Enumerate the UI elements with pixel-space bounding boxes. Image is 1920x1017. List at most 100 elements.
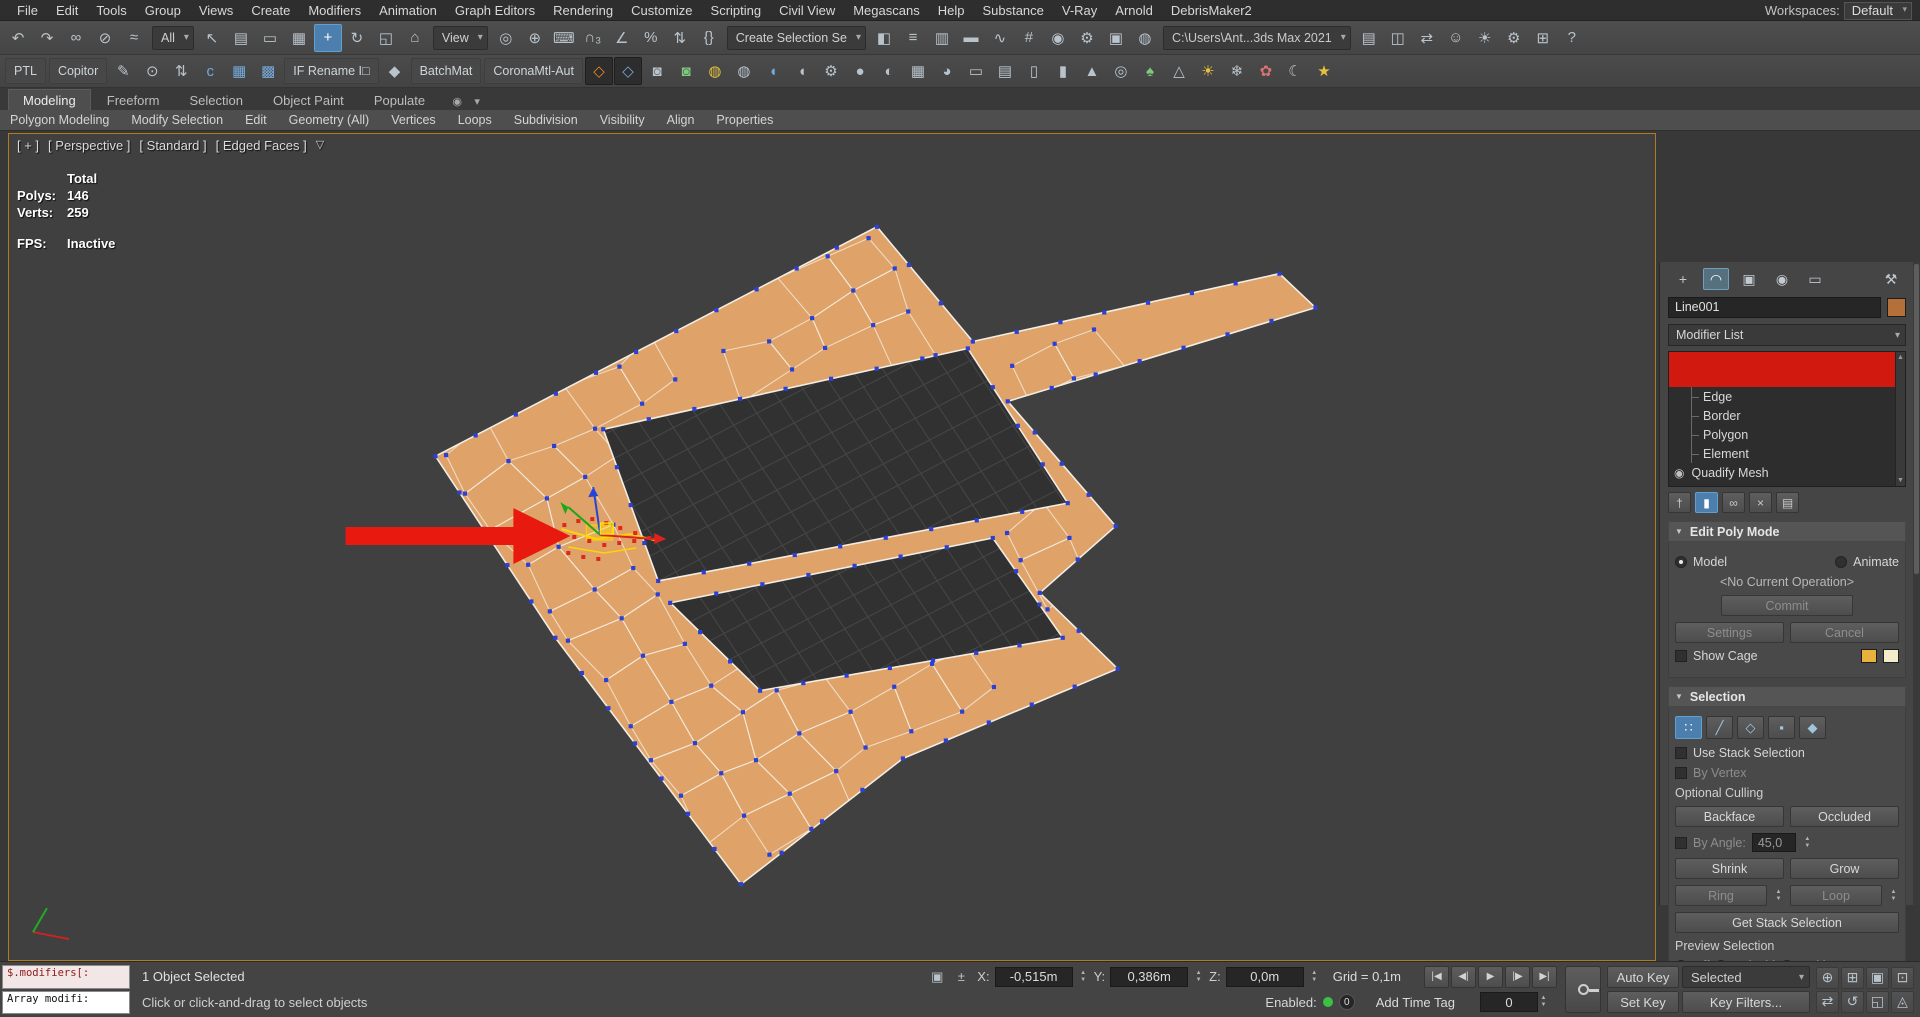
select-and-move-icon[interactable]: +: [314, 24, 342, 52]
pan-icon[interactable]: ⇄: [1816, 991, 1839, 1013]
monitor-view-icon[interactable]: ▭: [962, 57, 990, 85]
ribbon-button-edit[interactable]: Edit: [245, 113, 267, 127]
ptl-button[interactable]: PTL: [5, 58, 46, 84]
utilities-tab-icon[interactable]: ⚒: [1878, 268, 1904, 290]
commit-button[interactable]: Commit: [1721, 595, 1853, 616]
time-spinner[interactable]: [1538, 994, 1549, 1011]
zoom-all-icon[interactable]: ⊞: [1841, 967, 1864, 989]
display-tab-icon[interactable]: ▭: [1802, 268, 1828, 290]
grid-tool-icon[interactable]: ▦: [225, 57, 253, 85]
menu-views[interactable]: Views: [190, 2, 242, 19]
ribbon-tab-populate[interactable]: Populate: [360, 90, 439, 110]
workspace-dropdown[interactable]: Default: [1844, 2, 1912, 20]
menu-group[interactable]: Group: [136, 2, 190, 19]
remove-modifier-icon[interactable]: ×: [1749, 492, 1772, 513]
set-keys-button[interactable]: [1565, 966, 1601, 1013]
torus-prim-icon[interactable]: ◎: [1107, 57, 1135, 85]
redo-icon[interactable]: ↷: [33, 24, 61, 52]
selection-filter-dropdown[interactable]: All: [152, 26, 194, 50]
ribbon-tab-selection[interactable]: Selection: [176, 90, 257, 110]
select-and-manipulate-icon[interactable]: ⊕: [521, 24, 549, 52]
if-rename-button[interactable]: IF Rename I□: [284, 58, 378, 84]
menu-arnold[interactable]: Arnold: [1106, 2, 1162, 19]
edge-mode-icon[interactable]: ╱: [1706, 716, 1733, 739]
light-bulb2-icon[interactable]: ◍: [730, 57, 758, 85]
ribbon-button-align[interactable]: Align: [667, 113, 695, 127]
fov-icon[interactable]: ◬: [1891, 991, 1914, 1013]
snaps-toggle-icon[interactable]: ∩₃: [579, 24, 607, 52]
render-gear-icon[interactable]: ⚙: [817, 57, 845, 85]
grid-tool2-icon[interactable]: ▩: [254, 57, 282, 85]
unlink-selection-icon[interactable]: ⊘: [91, 24, 119, 52]
undo-icon[interactable]: ↶: [4, 24, 32, 52]
camera-add-icon[interactable]: ◙: [672, 57, 700, 85]
spinner-snap-icon[interactable]: ⇅: [666, 24, 694, 52]
scene-explorer-icon[interactable]: ▤: [1355, 24, 1383, 52]
select-and-scale-icon[interactable]: ◱: [372, 24, 400, 52]
reference-coordinate-dropdown[interactable]: View: [433, 26, 488, 50]
create-tab-icon[interactable]: +: [1670, 268, 1696, 290]
absolute-mode-icon[interactable]: ±: [950, 967, 972, 987]
ring-spinner[interactable]: [1773, 887, 1784, 904]
ribbon-button-subdivision[interactable]: Subdivision: [514, 113, 578, 127]
menu-graph-editors[interactable]: Graph Editors: [446, 2, 544, 19]
ribbon-button-vertices[interactable]: Vertices: [391, 113, 435, 127]
orbit-icon[interactable]: ↺: [1841, 991, 1864, 1013]
bind-to-space-warp-icon[interactable]: ≈: [120, 24, 148, 52]
cone-prim-icon[interactable]: ▲: [1078, 57, 1106, 85]
vert-snap-icon[interactable]: ⇅: [167, 57, 195, 85]
checker-map-icon[interactable]: ▦: [904, 57, 932, 85]
coronamtl-button[interactable]: CoronaMtl-Aut: [484, 58, 583, 84]
ring-button[interactable]: Ring: [1675, 885, 1767, 906]
border-mode-icon[interactable]: ◇: [1737, 716, 1764, 739]
backface-button[interactable]: Backface: [1675, 806, 1784, 827]
sun-light-icon[interactable]: ☀: [1194, 57, 1222, 85]
menu-modifiers[interactable]: Modifiers: [299, 2, 370, 19]
stack-modifier-row[interactable]: ◉ Quadify Mesh: [1669, 463, 1905, 482]
copitor-button[interactable]: Copitor: [49, 58, 107, 84]
mesh-object[interactable]: [435, 227, 1315, 884]
show-end-result-icon[interactable]: ▮: [1695, 492, 1718, 513]
zoom-region-icon[interactable]: ⊡: [1891, 967, 1914, 989]
film-clapper-icon[interactable]: ▤: [991, 57, 1019, 85]
make-unique-icon[interactable]: ∞: [1722, 492, 1745, 513]
layers-list-icon[interactable]: ◫: [1384, 24, 1412, 52]
layer-explorer-icon[interactable]: ▥: [928, 24, 956, 52]
batchmat-button[interactable]: BatchMat: [411, 58, 482, 84]
by-angle-value[interactable]: 45,0: [1752, 833, 1796, 852]
object-color-swatch[interactable]: [1887, 298, 1906, 317]
use-pivot-center-icon[interactable]: ◎: [492, 24, 520, 52]
menu-customize[interactable]: Customize: [622, 2, 701, 19]
menu-tools[interactable]: Tools: [87, 2, 135, 19]
add-time-tag[interactable]: Add Time Tag: [1376, 995, 1455, 1010]
z-spinner[interactable]: [1309, 968, 1320, 985]
animate-selection-dropdown[interactable]: Selected: [1682, 966, 1810, 988]
time-field[interactable]: 0: [1480, 992, 1538, 1012]
viewport-general-menu[interactable]: [ + ]: [17, 138, 39, 153]
ribbon-button-polygon-modeling[interactable]: Polygon Modeling: [10, 113, 109, 127]
command-panel-scrollbar[interactable]: [1913, 262, 1920, 905]
eye-visibility-icon[interactable]: ◕: [933, 57, 961, 85]
scrollbar-thumb[interactable]: [1914, 264, 1919, 574]
menu-scripting[interactable]: Scripting: [702, 2, 771, 19]
zoom-icon[interactable]: ⊕: [1816, 967, 1839, 989]
snowflake-icon[interactable]: ❄: [1223, 57, 1251, 85]
cage-color-swatch[interactable]: [1861, 649, 1877, 663]
viewport[interactable]: [ + ][ Perspective ][ Standard ][ Edged …: [8, 133, 1656, 961]
teapot-white-icon[interactable]: ◖: [788, 57, 816, 85]
viewport-pov-menu[interactable]: [ Perspective ]: [48, 138, 130, 153]
loop-button[interactable]: Loop: [1790, 885, 1882, 906]
menu-file[interactable]: File: [8, 2, 47, 19]
menu-create[interactable]: Create: [242, 2, 299, 19]
listener-line[interactable]: Array modifi:: [2, 991, 130, 1015]
menu-help[interactable]: Help: [929, 2, 974, 19]
mountain-terrain-icon[interactable]: △: [1165, 57, 1193, 85]
modifier-list-dropdown[interactable]: Modifier List: [1668, 324, 1906, 346]
select-and-link-icon[interactable]: ∞: [62, 24, 90, 52]
ribbon-button-properties[interactable]: Properties: [716, 113, 773, 127]
model-radio[interactable]: [1675, 556, 1687, 568]
light-bulb-icon[interactable]: ◍: [701, 57, 729, 85]
set-key-button[interactable]: Set Key: [1607, 991, 1679, 1013]
selection-lock-icon[interactable]: ▣: [926, 967, 948, 987]
ribbon-tab-modeling[interactable]: Modeling: [8, 89, 91, 110]
